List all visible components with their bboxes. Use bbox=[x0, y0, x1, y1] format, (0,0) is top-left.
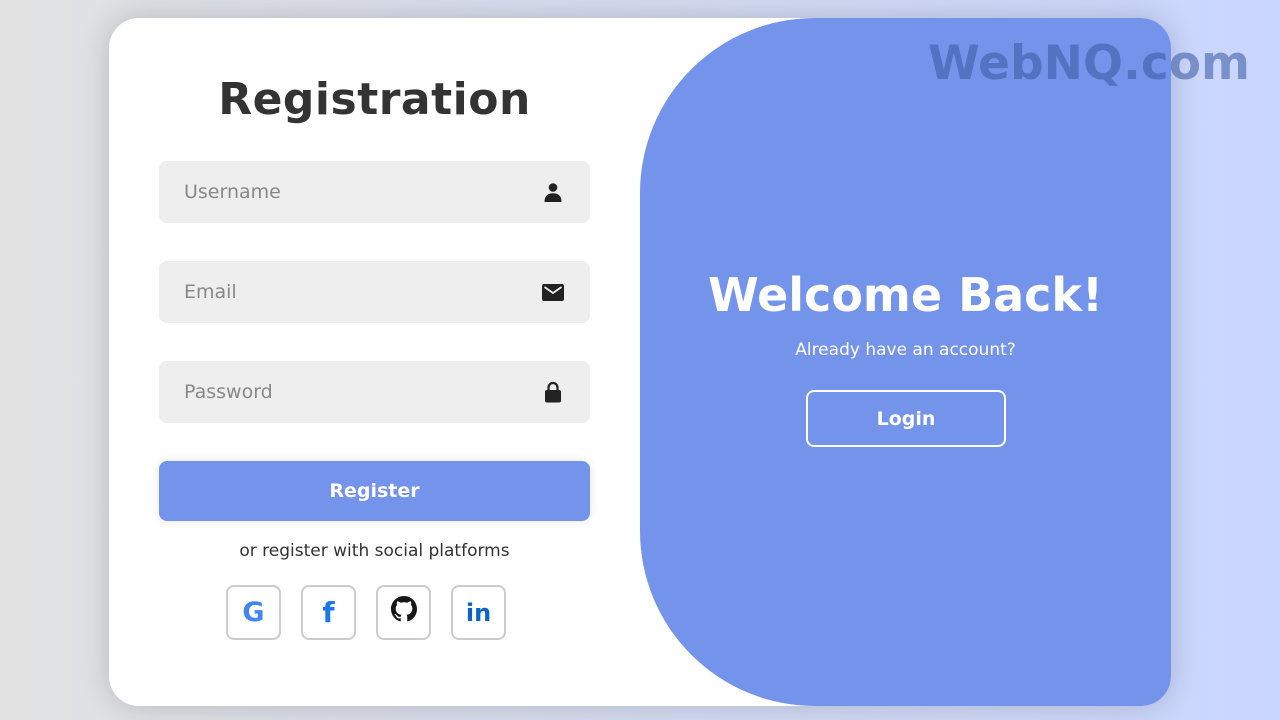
register-button[interactable]: Register bbox=[159, 461, 590, 521]
lock-icon bbox=[542, 381, 564, 403]
facebook-button[interactable]: f bbox=[301, 585, 356, 640]
toggle-panel: Welcome Back! Already have an account? L… bbox=[640, 18, 1171, 706]
password-input[interactable] bbox=[159, 361, 590, 423]
form-title: Registration bbox=[218, 74, 531, 125]
registration-form: Registration Username Email Register or … bbox=[109, 18, 640, 706]
social-register-text: or register with social platforms bbox=[239, 541, 510, 561]
email-field-box bbox=[159, 261, 590, 323]
google-button[interactable]: G bbox=[226, 585, 281, 640]
username-field-box bbox=[159, 161, 590, 223]
email-input[interactable] bbox=[159, 261, 590, 323]
google-icon: G bbox=[242, 597, 265, 628]
welcome-title: Welcome Back! bbox=[707, 268, 1104, 322]
username-input[interactable] bbox=[159, 161, 590, 223]
login-button[interactable]: Login bbox=[806, 390, 1006, 447]
github-icon bbox=[390, 596, 417, 629]
social-icons: G f in bbox=[226, 585, 506, 640]
linkedin-icon: in bbox=[465, 598, 492, 627]
linkedin-button[interactable]: in bbox=[451, 585, 506, 640]
envelope-icon bbox=[542, 281, 564, 303]
facebook-icon: f bbox=[322, 596, 335, 629]
registration-card: Registration Username Email Register or … bbox=[109, 18, 1171, 706]
user-icon bbox=[542, 181, 564, 203]
password-field-box bbox=[159, 361, 590, 423]
account-prompt-text: Already have an account? bbox=[795, 340, 1016, 360]
github-button[interactable] bbox=[376, 585, 431, 640]
watermark-logo: WebNQ.com bbox=[928, 36, 1250, 91]
